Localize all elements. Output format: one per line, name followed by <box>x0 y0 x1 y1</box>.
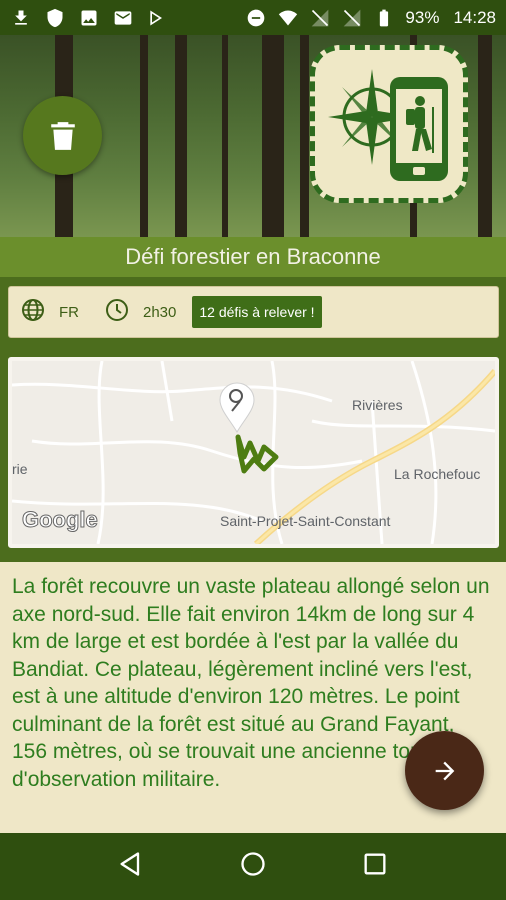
home-circle-icon <box>241 852 265 876</box>
system-icons: 93% 14:28 <box>245 7 496 29</box>
recents-button[interactable] <box>361 850 389 883</box>
system-navigation-bar <box>0 833 506 900</box>
download-icon <box>10 7 32 29</box>
globe-icon <box>21 298 45 327</box>
trash-icon <box>50 121 75 150</box>
map-label-rivieres: Rivières <box>352 397 403 413</box>
compass-hiker-logo-icon <box>328 69 448 181</box>
shield-icon <box>44 7 66 29</box>
home-button[interactable] <box>239 850 267 883</box>
google-attribution: Google <box>22 507 99 533</box>
clock: 14:28 <box>453 7 496 27</box>
map-label-saint-projet: Saint-Projet-Saint-Constant <box>220 513 391 529</box>
notification-icons <box>10 7 168 29</box>
trail-info-card: FR 2h30 12 défis à relever ! <box>8 286 499 338</box>
battery-icon <box>373 7 395 29</box>
wifi-icon <box>277 7 299 29</box>
next-button[interactable] <box>405 731 484 810</box>
signal-off-icon <box>341 7 363 29</box>
battery-percent: 93% <box>405 7 440 27</box>
back-button[interactable] <box>117 850 145 883</box>
play-store-icon <box>146 7 168 29</box>
recents-square-icon <box>364 853 386 875</box>
mail-icon <box>112 7 134 29</box>
duration-label: 2h30 <box>143 303 177 321</box>
language-label: FR <box>59 303 79 321</box>
map-label-left: rie <box>12 461 28 477</box>
challenges-badge: 12 défis à relever ! <box>192 296 322 328</box>
back-triangle-icon <box>120 852 140 876</box>
map-preview[interactable]: Rivières La Rochefouc rie Saint-Projet-S… <box>8 357 499 548</box>
trail-logo <box>310 45 468 203</box>
clock-icon <box>105 298 129 327</box>
status-bar: 93% 14:28 <box>0 0 506 35</box>
do-not-disturb-icon <box>245 7 267 29</box>
trail-title: Défi forestier en Braconne <box>0 237 506 277</box>
delete-button[interactable] <box>23 96 102 175</box>
arrow-forward-icon <box>435 761 454 780</box>
image-icon <box>78 7 100 29</box>
signal-off-icon <box>309 7 331 29</box>
map-label-la-rochefoucauld: La Rochefouc <box>394 466 481 482</box>
